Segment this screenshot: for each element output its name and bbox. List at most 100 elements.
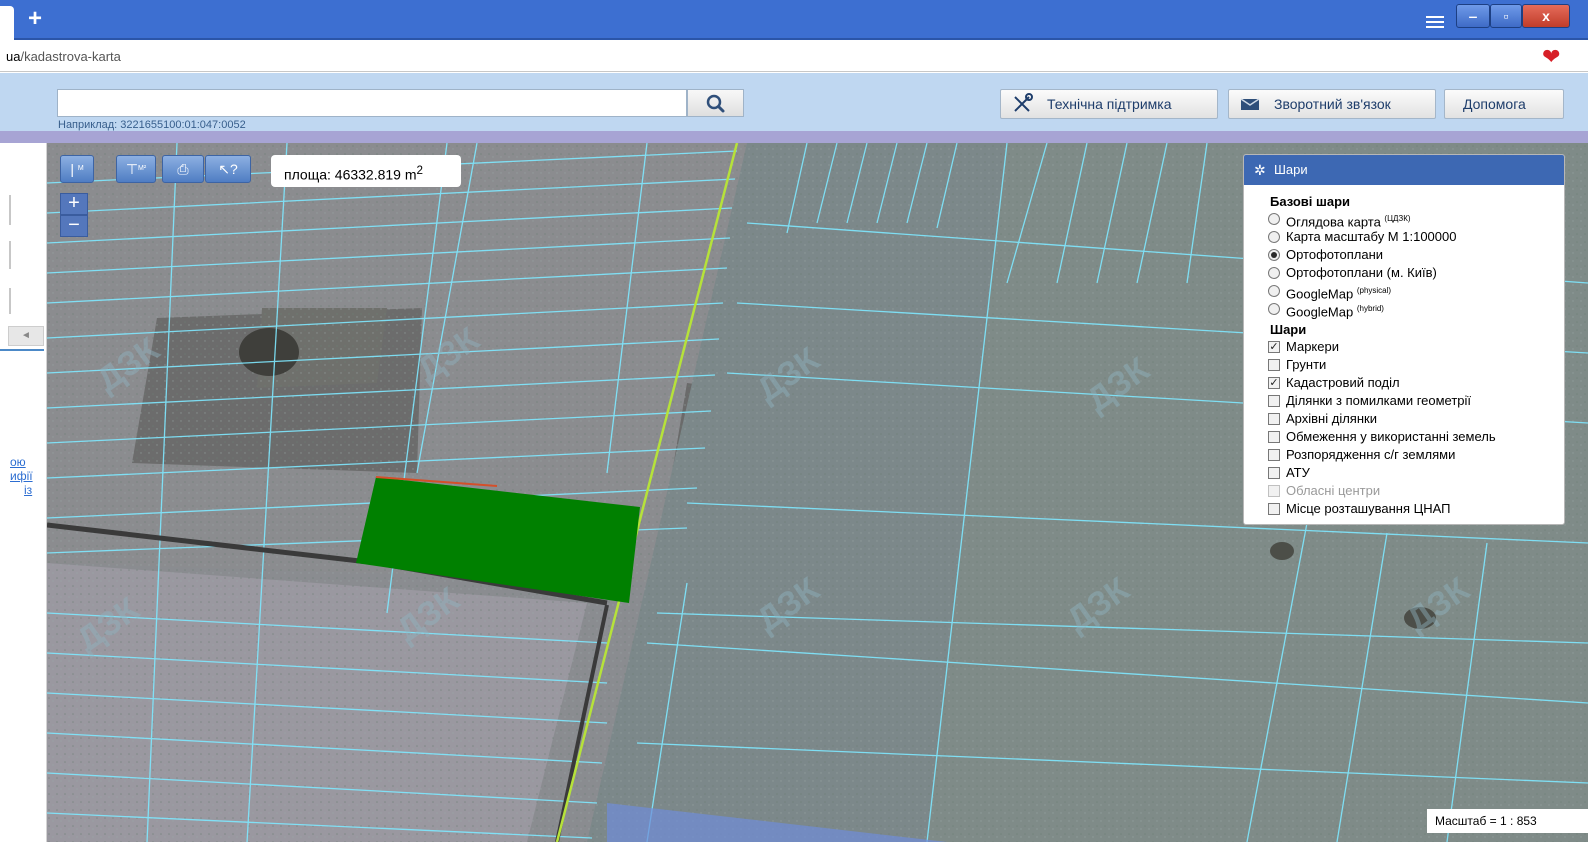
overlay-layer-option-disabled: Обласні центри [1244, 482, 1564, 500]
browser-titlebar: + ‒ ▫ x [0, 0, 1588, 40]
help-button[interactable]: Допомога [1444, 89, 1564, 119]
radio-button[interactable] [1268, 213, 1280, 225]
browser-tab[interactable] [0, 6, 14, 40]
overlay-layers-heading: Шари [1270, 322, 1307, 337]
checkbox-disabled [1268, 485, 1280, 497]
base-layer-option[interactable]: Карта масштабу М 1:100000 [1244, 228, 1564, 246]
radio-button[interactable] [1268, 267, 1280, 279]
minimize-button[interactable]: ‒ [1456, 4, 1490, 28]
overlay-layer-option[interactable]: Ділянки з помилками геометрії [1244, 392, 1564, 410]
overlay-layer-label: Обмеження у використанні земель [1286, 429, 1496, 444]
url-host: ua [6, 49, 21, 64]
base-layer-label: GoogleMap [1286, 304, 1354, 320]
overlay-layer-option[interactable]: АТУ [1244, 464, 1564, 482]
ruler-icon: | [70, 161, 74, 177]
checkbox[interactable] [1268, 395, 1280, 407]
overlay-layer-label: АТУ [1286, 465, 1310, 480]
checkbox[interactable] [1268, 431, 1280, 443]
tech-support-label: Технічна підтримка [1047, 96, 1172, 112]
layers-panel-header[interactable]: ✲ Шари [1244, 155, 1564, 185]
layers-title: Шари [1274, 162, 1308, 177]
radio-button[interactable] [1268, 285, 1280, 297]
base-layer-label: Карта масштабу М 1:100000 [1286, 229, 1457, 244]
tools-icon [1011, 90, 1035, 127]
feedback-button[interactable]: Зворотний зв'язок [1228, 89, 1436, 119]
print-icon: ⎙ [177, 161, 189, 177]
measure-line-unit: M [77, 165, 84, 172]
pointer-question-icon: ↖? [218, 161, 238, 177]
search-button[interactable] [687, 89, 744, 117]
overlay-layer-label: Місце розташування ЦНАП [1286, 501, 1451, 516]
heart-icon[interactable]: ❤ [1542, 46, 1560, 68]
zoom-out-button[interactable]: − [60, 215, 88, 237]
search-icon [706, 94, 725, 113]
checkbox-checked[interactable]: ✓ [1268, 341, 1280, 353]
address-bar[interactable]: ua/kadastrova-karta ❤ [0, 42, 1588, 72]
base-layer-label: Ортофотоплани [1286, 247, 1384, 262]
base-layer-option[interactable]: Оглядова карта (ЦДЗК) [1244, 210, 1564, 229]
overlay-layer-label: Грунти [1286, 357, 1327, 372]
panel-link[interactable]: ифії [10, 469, 33, 483]
area-value: площа: 46332.819 m [284, 166, 417, 183]
area-readout: площа: 46332.819 m2 [271, 155, 461, 187]
checkbox[interactable] [1268, 449, 1280, 461]
url-text[interactable]: ua/kadastrova-karta [6, 49, 121, 64]
checkbox[interactable] [1268, 467, 1280, 479]
overlay-layer-option[interactable]: Місце розташування ЦНАП [1244, 500, 1564, 518]
base-layer-option[interactable]: Ортофотоплани (м. Київ) [1244, 264, 1564, 282]
checkbox-checked[interactable]: ✓ [1268, 377, 1280, 389]
tech-support-button[interactable]: Технічна підтримка [1000, 89, 1218, 119]
overlay-layer-label: Ділянки з помилками геометрії [1286, 393, 1472, 408]
overlay-layer-option[interactable]: ✓ Кадастровий поділ [1244, 374, 1564, 392]
overlay-layer-label: Обласні центри [1286, 483, 1381, 498]
gear-icon: ✲ [1254, 162, 1266, 178]
help-label: Допомога [1463, 96, 1526, 112]
base-layers-heading: Базові шари [1270, 194, 1351, 209]
base-layer-option[interactable]: Ортофотоплани [1244, 246, 1564, 264]
maximize-button[interactable]: ▫ [1490, 4, 1522, 28]
cadastral-map[interactable]: ДЗК ДЗК ДЗК ДЗК ДЗК ДЗК ДЗК ДЗК ДЗК | M … [47, 143, 1588, 842]
measure-area-unit: M² [138, 165, 147, 172]
radio-button[interactable] [1268, 231, 1280, 243]
cadastre-search-input[interactable] [57, 89, 687, 117]
panel-field-edge [9, 241, 11, 269]
overlay-layer-option[interactable]: Обмеження у використанні земель [1244, 428, 1564, 446]
print-button[interactable]: ⎙ [162, 155, 204, 183]
overlay-layer-option[interactable]: Розпорядження с/г землями [1244, 446, 1564, 464]
overlay-layer-option[interactable]: Архівні ділянки [1244, 410, 1564, 428]
close-button[interactable]: x [1522, 4, 1570, 28]
envelope-icon [1239, 90, 1263, 127]
overlay-layer-label: Архівні ділянки [1286, 411, 1377, 426]
measure-area-button[interactable]: ⊤M² [116, 155, 156, 183]
site-header: Наприклад: 3221655100:01:047:0052 Техніч… [0, 73, 1588, 131]
feedback-label: Зворотний зв'язок [1274, 96, 1391, 112]
checkbox[interactable] [1268, 413, 1280, 425]
panel-link[interactable]: із [24, 483, 32, 497]
panel-field-edge [9, 195, 11, 225]
base-layer-note: (ЦДЗК) [1384, 214, 1411, 223]
area-ruler-icon: ⊤ [125, 161, 139, 177]
measure-line-button[interactable]: | M [60, 155, 94, 183]
base-layer-option[interactable]: GoogleMap (physical) [1244, 282, 1564, 301]
panel-link[interactable]: ою [10, 455, 26, 469]
base-layer-option[interactable]: GoogleMap (hybrid) [1244, 300, 1564, 320]
radio-button[interactable] [1268, 303, 1280, 315]
search-hint: Наприклад: 3221655100:01:047:0052 [58, 119, 246, 131]
overlay-layer-label: Маркери [1286, 339, 1339, 354]
checkbox[interactable] [1268, 359, 1280, 371]
overlay-layer-label: Розпорядження с/г землями [1286, 447, 1456, 462]
checkbox[interactable] [1268, 503, 1280, 515]
overlay-layer-option[interactable]: Грунти [1244, 356, 1564, 374]
overlay-layer-label: Кадастровий поділ [1286, 375, 1400, 390]
url-path: /kadastrova-karta [20, 49, 121, 64]
menu-icon[interactable] [1426, 16, 1444, 30]
info-tool-button[interactable]: ↖? [205, 155, 251, 183]
zoom-in-button[interactable]: + [60, 193, 88, 215]
radio-button-selected[interactable] [1268, 249, 1280, 261]
base-layer-note: (hybrid) [1356, 304, 1384, 313]
browser-window: + ‒ ▫ x ua/kadastrova-karta ❤ Наприклад:… [0, 0, 1588, 842]
new-tab-button[interactable]: + [28, 6, 42, 32]
overlay-layer-option[interactable]: ✓ Маркери [1244, 338, 1564, 356]
scale-readout: Масштаб = 1 : 853 [1427, 809, 1588, 833]
collapse-panel-button[interactable]: ◄ [8, 326, 44, 346]
